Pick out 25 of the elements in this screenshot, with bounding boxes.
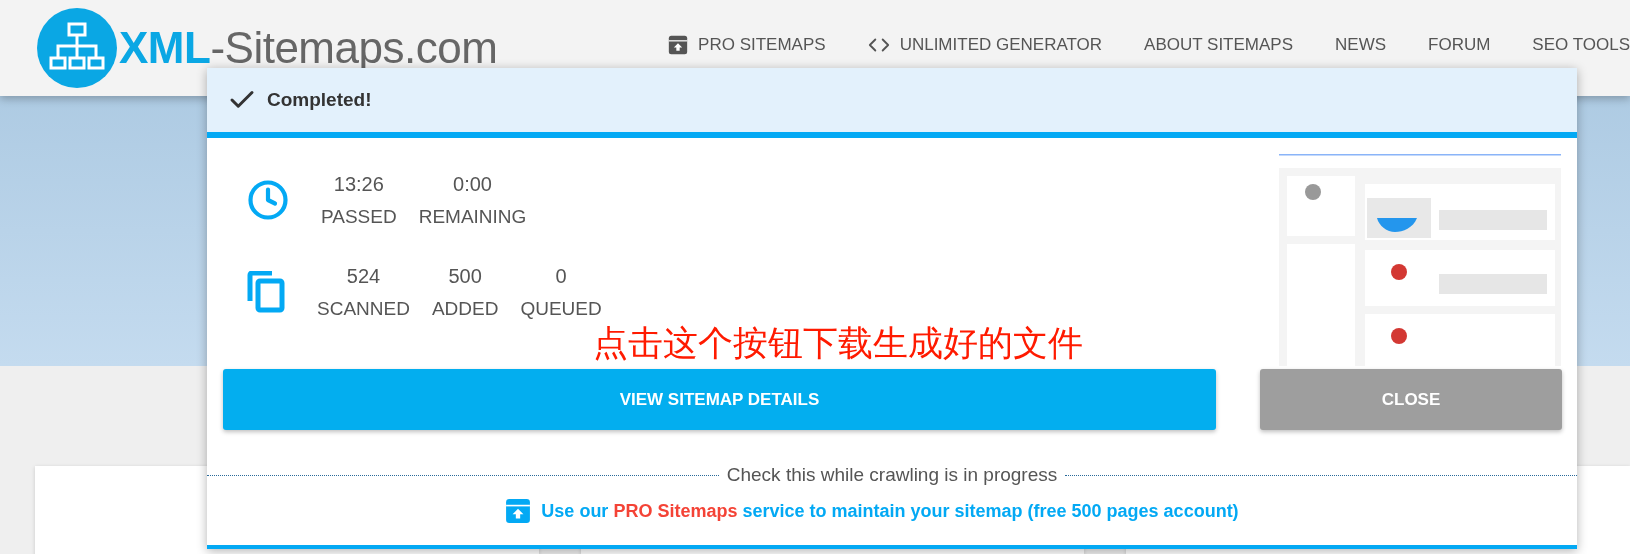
- nav-link[interactable]: NEWS: [1335, 35, 1387, 55]
- nav-link[interactable]: ABOUT SITEMAPS: [1144, 35, 1294, 55]
- copy-icon: [247, 271, 285, 313]
- nav-link[interactable]: SEO TOOLS: [1532, 35, 1630, 55]
- stat-label: PASSED: [321, 205, 397, 228]
- stat-value: 500: [448, 264, 482, 288]
- stat-label: SCANNED: [317, 297, 410, 320]
- promo-link[interactable]: Use our PRO Sitemaps service to maintain your sitemap (free 500 pages account): [541, 500, 1239, 522]
- dialog-title: Completed!: [267, 89, 372, 111]
- stat-value: 0: [555, 264, 567, 288]
- nav-link[interactable]: PRO SITEMAPS: [668, 35, 826, 55]
- stat-value: 524: [346, 264, 381, 288]
- nav-link[interactable]: FORUM: [1428, 35, 1491, 55]
- nav-link[interactable]: UNLIMITED GENERATOR: [867, 34, 1103, 56]
- stat-label: ADDED: [431, 297, 499, 320]
- upload-box-icon: [505, 498, 532, 524]
- stat-label: QUEUED: [520, 297, 602, 320]
- divider-text: Check this while crawling is in progress: [726, 464, 1058, 486]
- stat-value: 13:26: [333, 172, 384, 196]
- annotation-text: 点击这个按钮下载生成好的文件: [593, 323, 1083, 362]
- stat-value: 0:00: [453, 172, 492, 196]
- stat-label: REMAINING: [418, 205, 527, 228]
- sitemap-logo-icon: [37, 8, 117, 88]
- clock-icon: [247, 179, 289, 221]
- upload-box-icon: [668, 35, 689, 55]
